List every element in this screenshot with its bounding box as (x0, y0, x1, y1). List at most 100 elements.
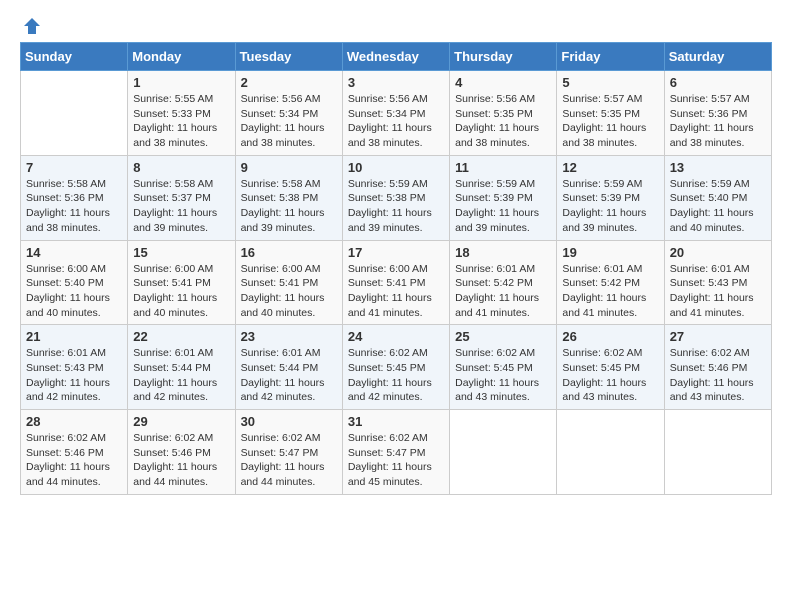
day-info: Sunrise: 5:59 AMSunset: 5:40 PMDaylight:… (670, 177, 766, 236)
day-info: Sunrise: 6:01 AMSunset: 5:43 PMDaylight:… (26, 346, 122, 405)
calendar-cell: 12 Sunrise: 5:59 AMSunset: 5:39 PMDayligh… (557, 155, 664, 240)
calendar-cell: 6Sunrise: 5:57 AMSunset: 5:36 PMDaylight… (664, 71, 771, 156)
day-number: 30 (241, 414, 337, 429)
calendar-cell (557, 410, 664, 495)
calendar-cell (21, 71, 128, 156)
calendar-cell: 4 Sunrise: 5:56 AMSunset: 5:35 PMDaylight… (450, 71, 557, 156)
day-info: Sunrise: 5:58 AMSunset: 5:38 PMDaylight:… (241, 177, 337, 236)
day-number: 1 (133, 75, 229, 90)
page-header (20, 20, 772, 32)
day-info: Sunrise: 6:02 AMSunset: 5:47 PMDaylight:… (241, 431, 337, 490)
calendar-cell: 19 Sunrise: 6:01 AMSunset: 5:42 PMDayligh… (557, 240, 664, 325)
day-number: 26 (562, 329, 658, 344)
calendar-cell: 22Sunrise: 6:01 AMSunset: 5:44 PMDayligh… (128, 325, 235, 410)
day-number: 16 (241, 245, 337, 260)
calendar-cell: 23 Sunrise: 6:01 AMSunset: 5:44 PMDayligh… (235, 325, 342, 410)
calendar-cell: 24 Sunrise: 6:02 AMSunset: 5:45 PMDayligh… (342, 325, 449, 410)
day-info: Sunrise: 6:01 AMSunset: 5:43 PMDaylight:… (670, 262, 766, 321)
day-info: Sunrise: 5:55 AMSunset: 5:33 PMDaylight:… (133, 92, 229, 151)
day-info: Sunrise: 5:59 AMSunset: 5:39 PMDaylight:… (562, 177, 658, 236)
day-info: Sunrise: 6:02 AMSunset: 5:46 PMDaylight:… (670, 346, 766, 405)
calendar-cell: 9 Sunrise: 5:58 AMSunset: 5:38 PMDaylight… (235, 155, 342, 240)
calendar-cell: 20 Sunrise: 6:01 AMSunset: 5:43 PMDayligh… (664, 240, 771, 325)
weekday-header: Friday (557, 43, 664, 71)
calendar-week-row: 1 Sunrise: 5:55 AMSunset: 5:33 PMDaylight… (21, 71, 772, 156)
day-number: 5 (562, 75, 658, 90)
day-info: Sunrise: 5:56 AMSunset: 5:34 PMDaylight:… (348, 92, 444, 151)
calendar-cell: 26 Sunrise: 6:02 AMSunset: 5:45 PMDayligh… (557, 325, 664, 410)
day-number: 19 (562, 245, 658, 260)
day-number: 24 (348, 329, 444, 344)
day-number: 29 (133, 414, 229, 429)
day-number: 27 (670, 329, 766, 344)
day-info: Sunrise: 5:56 AMSunset: 5:34 PMDaylight:… (241, 92, 337, 151)
day-number: 2 (241, 75, 337, 90)
calendar-cell: 17 Sunrise: 6:00 AMSunset: 5:41 PMDayligh… (342, 240, 449, 325)
calendar-header-row: SundayMondayTuesdayWednesdayThursdayFrid… (21, 43, 772, 71)
calendar-cell: 11Sunrise: 5:59 AMSunset: 5:39 PMDayligh… (450, 155, 557, 240)
weekday-header: Sunday (21, 43, 128, 71)
day-info: Sunrise: 6:02 AMSunset: 5:45 PMDaylight:… (562, 346, 658, 405)
calendar-cell: 14 Sunrise: 6:00 AMSunset: 5:40 PMDayligh… (21, 240, 128, 325)
day-info: Sunrise: 6:02 AMSunset: 5:47 PMDaylight:… (348, 431, 444, 490)
day-number: 31 (348, 414, 444, 429)
calendar-cell: 25 Sunrise: 6:02 AMSunset: 5:45 PMDayligh… (450, 325, 557, 410)
day-info: Sunrise: 5:57 AMSunset: 5:35 PMDaylight:… (562, 92, 658, 151)
calendar-cell (664, 410, 771, 495)
logo-icon (22, 16, 42, 36)
calendar-cell (450, 410, 557, 495)
calendar-cell: 8 Sunrise: 5:58 AMSunset: 5:37 PMDaylight… (128, 155, 235, 240)
day-number: 23 (241, 329, 337, 344)
day-number: 17 (348, 245, 444, 260)
calendar-cell: 31 Sunrise: 6:02 AMSunset: 5:47 PMDayligh… (342, 410, 449, 495)
day-info: Sunrise: 6:01 AMSunset: 5:42 PMDaylight:… (562, 262, 658, 321)
calendar-cell: 5 Sunrise: 5:57 AMSunset: 5:35 PMDaylight… (557, 71, 664, 156)
calendar-week-row: 7Sunrise: 5:58 AMSunset: 5:36 PMDaylight… (21, 155, 772, 240)
calendar-cell: 29 Sunrise: 6:02 AMSunset: 5:46 PMDayligh… (128, 410, 235, 495)
day-info: Sunrise: 5:59 AMSunset: 5:38 PMDaylight:… (348, 177, 444, 236)
calendar-cell: 18Sunrise: 6:01 AMSunset: 5:42 PMDayligh… (450, 240, 557, 325)
weekday-header: Wednesday (342, 43, 449, 71)
calendar-cell: 1 Sunrise: 5:55 AMSunset: 5:33 PMDaylight… (128, 71, 235, 156)
day-info: Sunrise: 6:01 AMSunset: 5:44 PMDaylight:… (133, 346, 229, 405)
day-info: Sunrise: 6:01 AMSunset: 5:44 PMDaylight:… (241, 346, 337, 405)
day-info: Sunrise: 6:00 AMSunset: 5:41 PMDaylight:… (133, 262, 229, 321)
day-info: Sunrise: 6:02 AMSunset: 5:46 PMDaylight:… (26, 431, 122, 490)
day-info: Sunrise: 6:02 AMSunset: 5:46 PMDaylight:… (133, 431, 229, 490)
calendar-week-row: 28 Sunrise: 6:02 AMSunset: 5:46 PMDayligh… (21, 410, 772, 495)
calendar-table: SundayMondayTuesdayWednesdayThursdayFrid… (20, 42, 772, 495)
calendar-cell: 2 Sunrise: 5:56 AMSunset: 5:34 PMDaylight… (235, 71, 342, 156)
day-number: 28 (26, 414, 122, 429)
calendar-cell: 21 Sunrise: 6:01 AMSunset: 5:43 PMDayligh… (21, 325, 128, 410)
day-info: Sunrise: 6:02 AMSunset: 5:45 PMDaylight:… (348, 346, 444, 405)
calendar-cell: 30 Sunrise: 6:02 AMSunset: 5:47 PMDayligh… (235, 410, 342, 495)
day-number: 8 (133, 160, 229, 175)
day-number: 18 (455, 245, 551, 260)
calendar-cell: 16Sunrise: 6:00 AMSunset: 5:41 PMDayligh… (235, 240, 342, 325)
weekday-header: Thursday (450, 43, 557, 71)
day-number: 4 (455, 75, 551, 90)
day-number: 25 (455, 329, 551, 344)
calendar-cell: 13 Sunrise: 5:59 AMSunset: 5:40 PMDayligh… (664, 155, 771, 240)
day-number: 21 (26, 329, 122, 344)
day-number: 13 (670, 160, 766, 175)
day-info: Sunrise: 5:57 AMSunset: 5:36 PMDaylight:… (670, 92, 766, 151)
calendar-week-row: 14 Sunrise: 6:00 AMSunset: 5:40 PMDayligh… (21, 240, 772, 325)
day-info: Sunrise: 6:00 AMSunset: 5:41 PMDaylight:… (348, 262, 444, 321)
day-number: 10 (348, 160, 444, 175)
weekday-header: Monday (128, 43, 235, 71)
day-number: 14 (26, 245, 122, 260)
day-number: 15 (133, 245, 229, 260)
day-info: Sunrise: 6:00 AMSunset: 5:40 PMDaylight:… (26, 262, 122, 321)
day-number: 12 (562, 160, 658, 175)
day-info: Sunrise: 6:02 AMSunset: 5:45 PMDaylight:… (455, 346, 551, 405)
day-number: 11 (455, 160, 551, 175)
calendar-cell: 28 Sunrise: 6:02 AMSunset: 5:46 PMDayligh… (21, 410, 128, 495)
day-number: 3 (348, 75, 444, 90)
weekday-header: Tuesday (235, 43, 342, 71)
logo (20, 20, 42, 32)
day-info: Sunrise: 5:56 AMSunset: 5:35 PMDaylight:… (455, 92, 551, 151)
day-number: 9 (241, 160, 337, 175)
day-info: Sunrise: 5:58 AMSunset: 5:37 PMDaylight:… (133, 177, 229, 236)
day-number: 20 (670, 245, 766, 260)
